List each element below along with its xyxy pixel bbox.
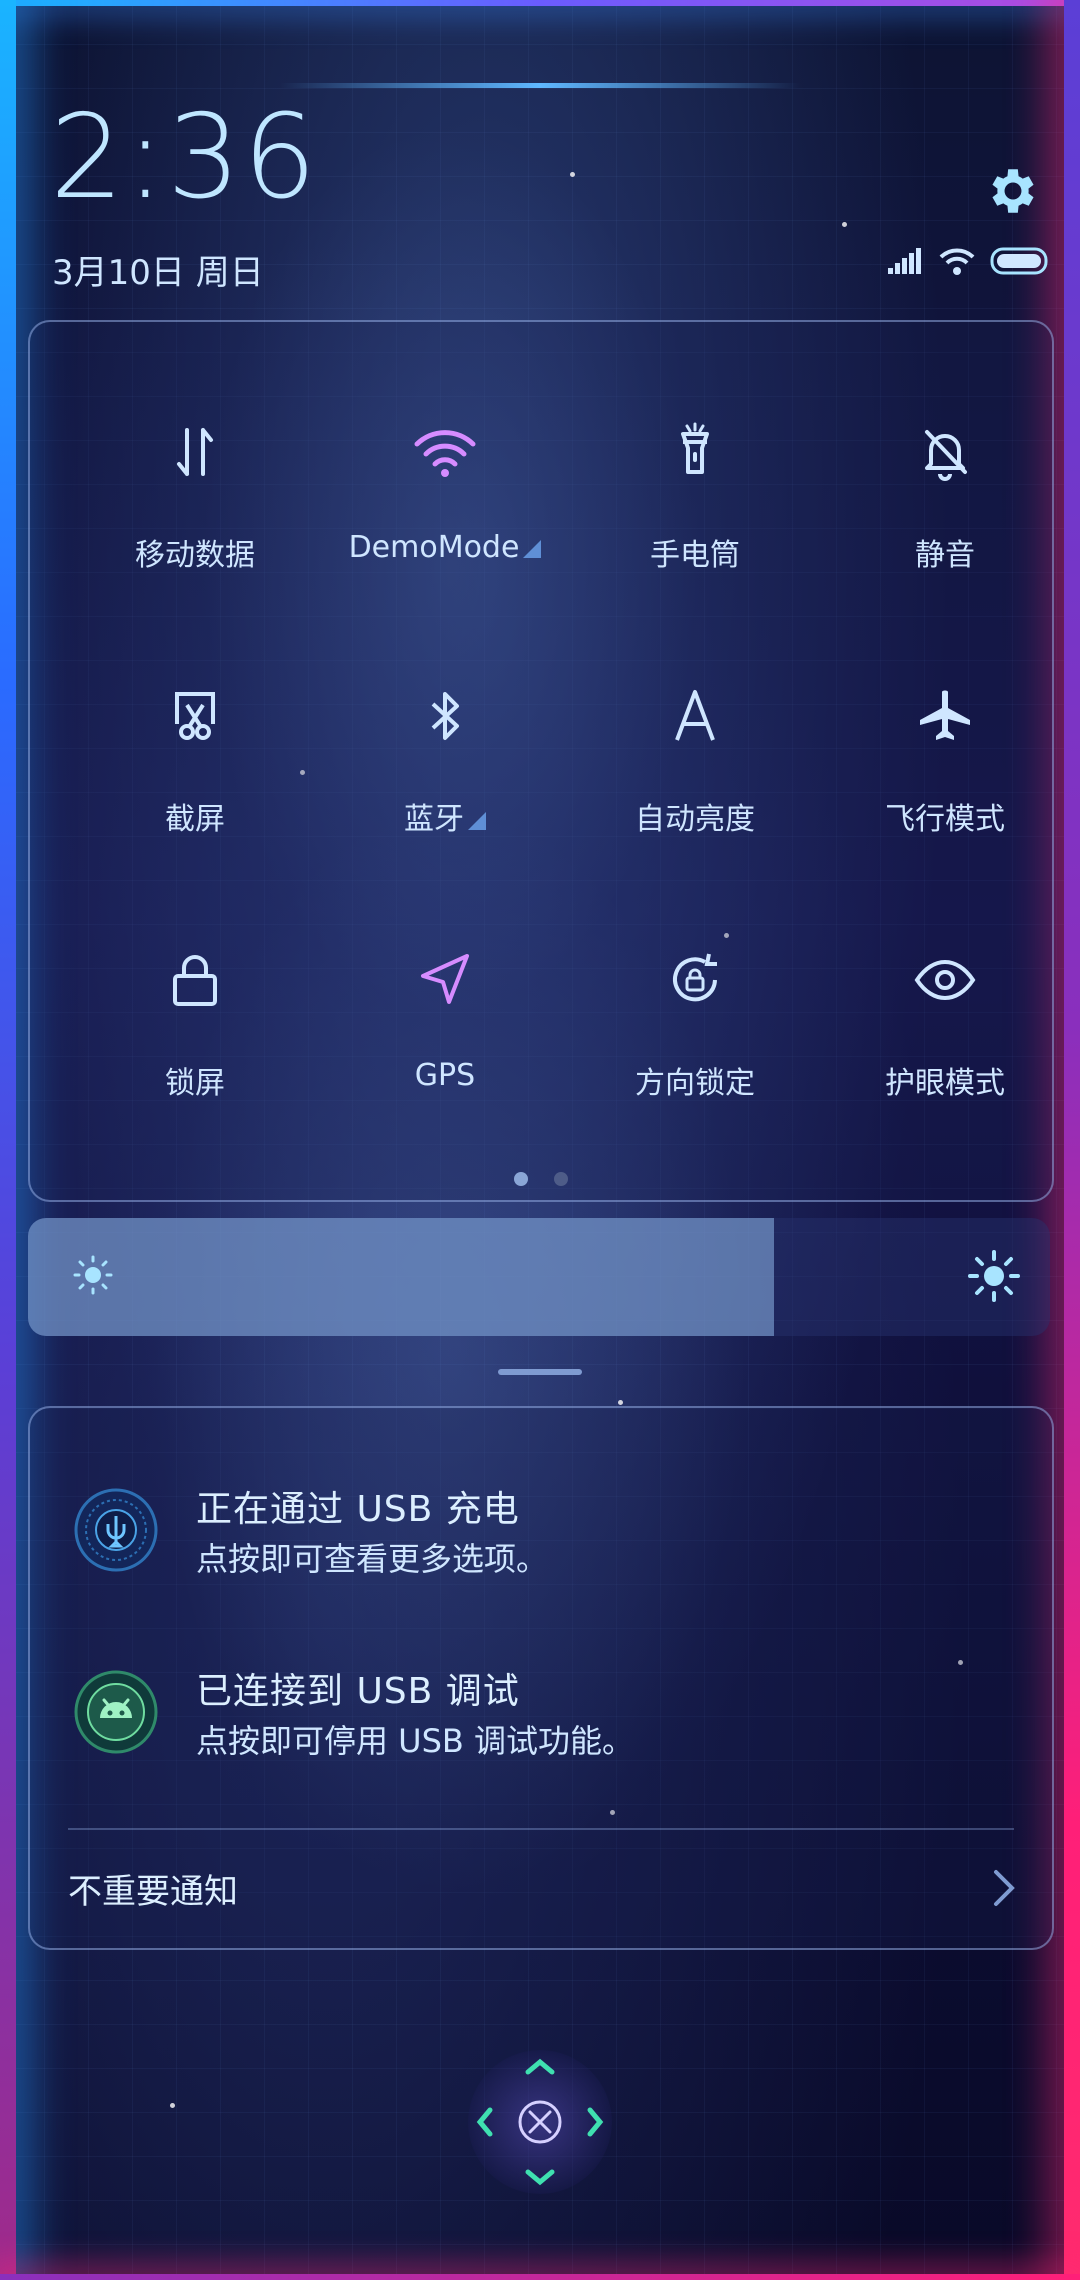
tile-lock-screen[interactable]: 锁屏 <box>70 950 320 1130</box>
header-accent-line <box>280 83 800 88</box>
date[interactable]: 3月10日 周日 <box>52 245 264 294</box>
usb-charge-icon <box>74 1488 158 1572</box>
bluetooth-icon <box>431 692 459 740</box>
tile-label-eye-care: 护眼模式 <box>885 1066 1005 1101</box>
tile-label-gps: GPS <box>414 1058 476 1093</box>
glow-edge-top <box>0 0 1080 6</box>
screenshot-icon <box>175 692 215 740</box>
gps-icon <box>421 954 469 1004</box>
signal-icon <box>888 248 921 274</box>
tile-label-mobile-data: 移动数据 <box>135 538 255 573</box>
tile-flashlight[interactable]: 手电筒 <box>570 422 820 602</box>
tile-label-airplane: 飞行模式 <box>885 802 1005 837</box>
tile-mobile-data[interactable]: 移动数据 <box>70 422 320 602</box>
expand-indicator-icon <box>523 539 542 558</box>
background-star <box>570 172 575 177</box>
notification-usb-charging[interactable]: 正在通过 USB 充电 点按即可查看更多选项。 <box>30 1468 1052 1608</box>
glow-edge-bottom <box>0 2274 1080 2280</box>
tile-label-flashlight: 手电筒 <box>650 538 740 573</box>
tile-bluetooth[interactable]: 蓝牙 <box>320 686 570 866</box>
page-indicator <box>30 1172 1052 1186</box>
tile-label-screenshot: 截屏 <box>165 802 225 837</box>
divider <box>68 1828 1014 1830</box>
tile-gps[interactable]: GPS <box>320 950 570 1130</box>
notification-text: 点按即可查看更多选项。 <box>196 1540 549 1578</box>
tile-label-auto-brightness: 自动亮度 <box>635 802 755 837</box>
clock[interactable]: 2:36 <box>50 100 319 216</box>
expand-indicator-icon <box>468 811 486 830</box>
android-debug-icon <box>74 1670 158 1754</box>
notification-text: 点按即可停用 USB 调试功能。 <box>196 1722 635 1760</box>
tile-rotation-lock[interactable]: 方向锁定 <box>570 950 820 1130</box>
chevron-right-icon[interactable] <box>990 1868 1018 1908</box>
mobile-data-icon <box>177 428 213 476</box>
unimportant-notifications-label[interactable]: 不重要通知 <box>68 1864 238 1913</box>
brightness-slider[interactable] <box>28 1218 1050 1336</box>
airplane-icon <box>920 690 970 740</box>
notification-title: 正在通过 USB 充电 <box>196 1489 520 1530</box>
page-dot <box>554 1172 568 1186</box>
flashlight-icon <box>681 422 709 474</box>
tile-label-lock-screen: 锁屏 <box>165 1066 225 1101</box>
tile-label-wifi: DemoMode <box>320 530 570 565</box>
glow-edge-right <box>1064 0 1080 2280</box>
lock-icon <box>173 955 217 1006</box>
tile-label-rotation-lock: 方向锁定 <box>635 1066 755 1101</box>
panel-drag-handle[interactable] <box>498 1369 582 1375</box>
mute-bell-icon <box>925 430 967 481</box>
auto-brightness-icon <box>675 690 715 741</box>
tile-airplane[interactable]: 飞行模式 <box>820 686 1070 866</box>
battery-icon <box>990 247 1048 275</box>
nav-dpad-icon <box>476 2058 604 2186</box>
tile-label-bluetooth: 蓝牙 <box>320 794 570 838</box>
tile-auto-brightness[interactable]: 自动亮度 <box>570 686 820 866</box>
tile-label-mute: 静音 <box>915 538 975 573</box>
eye-icon <box>914 959 976 1001</box>
brightness-high-icon <box>968 1250 1020 1302</box>
quick-settings-panel: 移动数据 DemoMode 手电筒 静音 截屏 蓝牙 自动亮度 飞行模式 锁屏 … <box>28 320 1054 1202</box>
notification-title: 已连接到 USB 调试 <box>196 1671 520 1712</box>
wifi-status-icon <box>939 248 975 275</box>
background-star <box>170 2103 175 2108</box>
tile-eye-care[interactable]: 护眼模式 <box>820 950 1070 1130</box>
tile-wifi[interactable]: DemoMode <box>320 422 570 602</box>
settings-gear-icon[interactable] <box>984 162 1042 220</box>
glow-edge-left <box>0 0 16 2280</box>
rotation-lock-icon <box>673 953 717 1002</box>
notification-panel: 正在通过 USB 充电 点按即可查看更多选项。 已连接到 USB 调试 点按即可… <box>28 1406 1054 1950</box>
tile-screenshot[interactable]: 截屏 <box>70 686 320 866</box>
floating-nav-widget[interactable] <box>468 2050 612 2194</box>
status-bar-icons <box>886 246 1050 276</box>
tile-mute[interactable]: 静音 <box>820 422 1070 602</box>
wifi-icon <box>414 430 476 477</box>
background-star <box>842 222 847 227</box>
notification-usb-debugging[interactable]: 已连接到 USB 调试 点按即可停用 USB 调试功能。 <box>30 1650 1052 1790</box>
page-dot-active <box>514 1172 528 1186</box>
brightness-slider-fill <box>28 1218 775 1336</box>
brightness-low-icon <box>73 1255 113 1295</box>
background-star <box>618 1400 623 1405</box>
